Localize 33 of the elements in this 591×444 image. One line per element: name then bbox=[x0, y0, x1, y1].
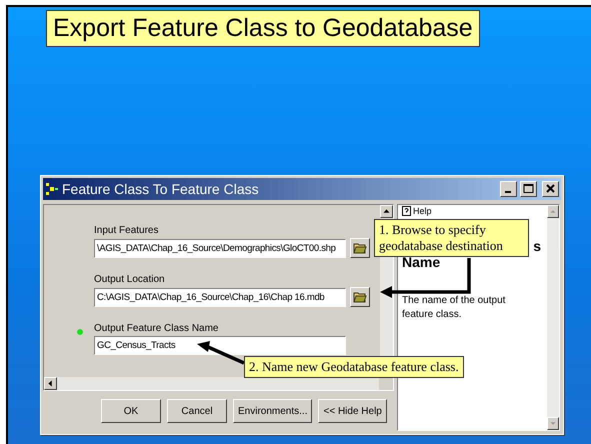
dialog-button[interactable]: Environments... bbox=[233, 399, 312, 423]
tool-icon bbox=[45, 182, 59, 196]
minimize-icon[interactable] bbox=[500, 181, 517, 197]
help-heading: s bbox=[533, 238, 542, 254]
scroll-up-icon[interactable] bbox=[380, 205, 393, 218]
slide-title: Export Feature Class to Geodatabase bbox=[46, 10, 480, 47]
folder-icon bbox=[353, 242, 367, 254]
callout-tooltip: 1. Browse to specify geodatabase destination bbox=[374, 219, 529, 257]
input-field[interactable]: \AGIS_DATA\Chap_16_Source\Demographics\GloCT00.shp bbox=[94, 238, 346, 258]
close-icon[interactable] bbox=[542, 181, 559, 197]
scroll-down-icon[interactable] bbox=[547, 417, 559, 430]
dialog-button[interactable]: Cancel bbox=[167, 399, 227, 423]
help-heading: Name bbox=[402, 254, 442, 270]
help-tab[interactable]: Help bbox=[402, 206, 432, 219]
callout-arrow bbox=[197, 341, 245, 365]
browse-button[interactable] bbox=[350, 287, 370, 307]
scroll-left-icon[interactable] bbox=[44, 377, 57, 390]
browse-button[interactable] bbox=[350, 238, 370, 258]
parameter-label: Output Location bbox=[94, 274, 166, 285]
dialog-button[interactable]: << Hide Help bbox=[318, 399, 387, 423]
maximize-icon[interactable] bbox=[520, 181, 537, 197]
folder-icon bbox=[353, 291, 367, 303]
dialog-button[interactable]: OK bbox=[101, 399, 161, 423]
parameter-label: Output Feature Class Name bbox=[94, 323, 220, 334]
vertical-scrollbar[interactable] bbox=[547, 205, 559, 430]
horizontal-scrollbar[interactable] bbox=[44, 377, 379, 390]
window-title: Feature Class To Feature Class bbox=[62, 181, 260, 197]
callout-tooltip: 2. Name new Geodatabase feature class. bbox=[244, 356, 464, 378]
scroll-up-icon[interactable] bbox=[547, 205, 559, 218]
parameter-label: Input Features bbox=[94, 225, 160, 236]
input-field[interactable]: C:\AGIS_DATA\Chap_16_Source\Chap_16\Chap 16.mdb bbox=[94, 288, 346, 306]
input-field[interactable]: GC_Census_Tracts bbox=[94, 336, 346, 355]
help-text: The name of the output feature class. bbox=[402, 294, 506, 322]
